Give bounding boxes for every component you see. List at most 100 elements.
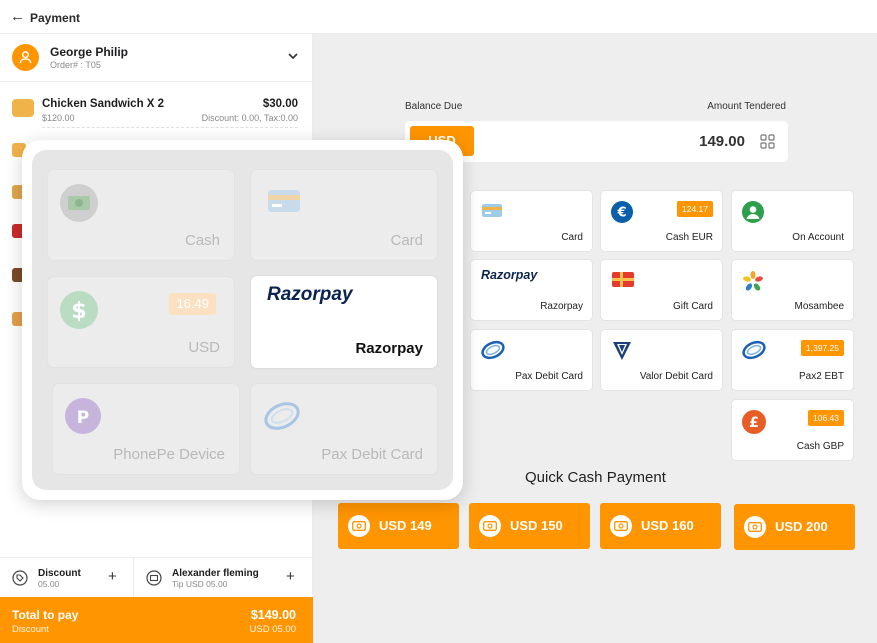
tile-label: Mosambee — [794, 301, 844, 312]
svg-text:$: $ — [71, 299, 86, 324]
discount-label: Discount — [38, 568, 81, 579]
razorpay-logo: Razorpay — [481, 268, 538, 282]
tile-label: USD — [188, 339, 220, 356]
tag-icon — [12, 570, 28, 586]
valor-icon — [613, 342, 631, 360]
order-number: Order# : T05 — [50, 60, 101, 70]
quick-cash-button-150[interactable]: USD 150 — [469, 503, 590, 549]
gift-card-icon — [612, 272, 634, 287]
tile-label: Pax Debit Card — [321, 446, 423, 463]
quick-cash-button-200[interactable]: USD 200 — [734, 504, 855, 550]
tile-label: Card — [561, 232, 583, 243]
payment-tile-pax-debit-card[interactable]: Pax Debit Card — [471, 330, 592, 390]
credit-card-icon — [482, 204, 502, 217]
quick-cash-title: Quick Cash Payment — [525, 469, 666, 486]
amount-value: 149.00 — [699, 133, 745, 150]
total-sub-label: Discount — [12, 624, 49, 635]
cash-note-icon — [479, 515, 501, 537]
quick-cash-label: USD 160 — [641, 518, 694, 533]
pax-icon — [264, 402, 300, 430]
payment-tile-gift-card[interactable]: Gift Card — [601, 260, 722, 320]
top-bar: ← Payment — [0, 0, 877, 34]
payment-tile-cash-gbp[interactable]: £ 106.43 Cash GBP — [732, 400, 853, 460]
tile-label: Gift Card — [672, 301, 713, 312]
tip-person: Alexander fleming — [172, 568, 259, 579]
quick-cash-label: USD 200 — [775, 519, 828, 534]
total-to-pay-bar[interactable]: Total to pay Discount $149.00 USD 05.00 — [0, 597, 313, 643]
tile-label: Razorpay — [540, 301, 583, 312]
cash-note-icon — [744, 516, 766, 538]
tile-label: Cash GBP — [796, 441, 844, 452]
tile-label: Pax Debit Card — [515, 371, 583, 382]
chevron-down-icon[interactable] — [287, 51, 299, 61]
amount-tendered-label: Amount Tendered — [707, 101, 786, 112]
razorpay-logo: Razorpay — [267, 284, 353, 305]
mosambee-logo — [743, 271, 763, 291]
svg-text:P: P — [77, 408, 89, 428]
balance-due-label: Balance Due — [405, 101, 463, 112]
user-avatar-icon — [12, 44, 39, 71]
payment-tile-pax2-ebt[interactable]: 1,397.25 Pax2 EBT — [732, 330, 853, 390]
payment-tile-razorpay[interactable]: Razorpay Razorpay — [471, 260, 592, 320]
payment-tile-card[interactable]: Card — [471, 191, 592, 251]
discount-action[interactable]: Discount 05.00 + — [0, 558, 134, 598]
total-discount-amount: USD 05.00 — [249, 624, 296, 635]
dollar-icon: $ — [60, 291, 98, 329]
overlay-tile-pax-debit-card[interactable]: Pax Debit Card — [251, 384, 437, 474]
food-item-icon — [12, 99, 34, 117]
pound-icon: £ — [742, 410, 766, 434]
cash-icon — [60, 184, 98, 222]
payment-methods-grid: Cash Card $ 16.49 USD Razorpay Razorpay … — [32, 150, 453, 490]
payment-tile-mosambee[interactable]: Mosambee — [732, 260, 853, 320]
svg-text:€: € — [616, 206, 626, 221]
tile-label: Valor Debit Card — [639, 371, 713, 382]
overlay-tile-phonepe-device[interactable]: P PhonePe Device — [53, 384, 239, 474]
total-label: Total to pay — [12, 608, 79, 622]
credit-card-icon — [268, 190, 300, 212]
tile-badge: 16.49 — [169, 293, 216, 315]
payment-tile-valor-debit-card[interactable]: Valor Debit Card — [601, 330, 722, 390]
tip-action[interactable]: Alexander fleming Tip USD 05.00 + — [134, 558, 313, 598]
overlay-tile-razorpay[interactable]: Razorpay Razorpay — [251, 276, 437, 368]
plus-icon[interactable]: + — [286, 568, 295, 585]
order-actions: Discount 05.00 + Alexander fleming Tip U… — [0, 557, 313, 598]
tile-badge: 106.43 — [808, 410, 844, 426]
tip-icon — [146, 570, 162, 586]
tile-badge: 1,397.25 — [800, 340, 844, 356]
quick-cash-button-160[interactable]: USD 160 — [600, 503, 721, 549]
euro-icon: € — [611, 201, 633, 223]
customer-name: George Philip — [50, 45, 129, 59]
payment-tile-cash-eur[interactable]: € 124.17 Cash EUR — [601, 191, 722, 251]
tile-label: Cash — [184, 232, 220, 249]
payment-tile-on-account[interactable]: On Account — [732, 191, 853, 251]
page-title: Payment — [30, 11, 81, 25]
overlay-tile-usd[interactable]: $ 16.49 USD — [48, 277, 234, 367]
tile-badge: 124.17 — [677, 201, 713, 217]
arrow-left-icon[interactable]: ← — [10, 8, 25, 25]
quick-cash-label: USD 150 — [510, 518, 563, 533]
pax-icon — [742, 340, 766, 360]
overlay-tile-card[interactable]: Card — [251, 170, 437, 260]
tile-label: On Account — [792, 232, 844, 243]
order-item[interactable]: Chicken Sandwich X 2 $120.00 $30.00 Disc… — [0, 90, 313, 130]
plus-icon[interactable]: + — [108, 568, 117, 585]
tile-label: Pax2 EBT — [798, 371, 844, 382]
tile-label: Card — [390, 232, 423, 249]
payment-methods-zoom-card: Cash Card $ 16.49 USD Razorpay Razorpay … — [22, 140, 463, 500]
tile-label: Cash EUR — [665, 232, 713, 243]
quick-cash-label: USD 149 — [379, 518, 432, 533]
svg-text:£: £ — [749, 415, 759, 431]
item-name: Chicken Sandwich X 2 — [42, 98, 165, 110]
divider — [42, 127, 298, 128]
customer-selector[interactable]: George Philip Order# : T05 — [0, 34, 313, 82]
tile-label: Razorpay — [355, 340, 423, 357]
tile-label: PhonePe Device — [113, 446, 225, 463]
item-discount: Discount: 0.00, Tax:0.00 — [201, 113, 298, 123]
keypad-grid-icon[interactable] — [760, 134, 775, 149]
total-amount: $149.00 — [250, 608, 296, 622]
item-price: $30.00 — [262, 98, 298, 110]
cash-note-icon — [610, 515, 632, 537]
quick-cash-button-149[interactable]: USD 149 — [338, 503, 459, 549]
overlay-tile-cash[interactable]: Cash — [48, 170, 234, 260]
discount-value: 05.00 — [38, 579, 60, 589]
